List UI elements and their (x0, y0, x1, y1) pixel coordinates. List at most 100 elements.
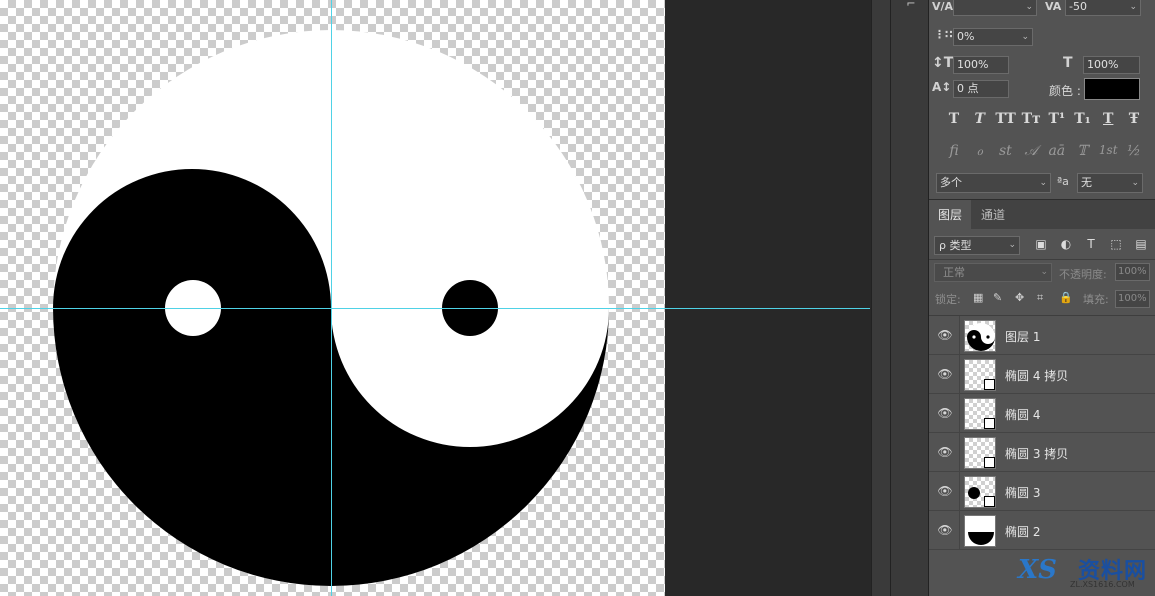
tracking-select[interactable]: -50 ⌄ (1065, 0, 1141, 16)
eye-icon[interactable]: 👁 (937, 406, 953, 420)
baseline-shift-value: 0 点 (957, 82, 979, 95)
shape-layer-icon (984, 496, 995, 507)
lock-all-icon[interactable]: 🔒 (1059, 291, 1073, 304)
type-filter-icon[interactable]: T (1083, 237, 1099, 255)
swash-button[interactable]: 𝒜 (1021, 143, 1041, 163)
chevron-down-icon: ⌄ (1039, 178, 1047, 188)
tsume-select[interactable]: 0% ⌄ (953, 28, 1033, 46)
watermark-url: ZL.XS1616.COM (1070, 580, 1135, 589)
small-caps-button[interactable]: Tт (1021, 111, 1041, 131)
titling-alternates-button[interactable]: 𝕋 (1073, 143, 1093, 163)
underline-button[interactable]: T (1098, 111, 1118, 131)
eye-icon[interactable]: 👁 (937, 367, 953, 381)
language-value: 多个 (940, 176, 962, 189)
opacity-input[interactable]: 100% (1115, 263, 1150, 281)
contextual-alternates-button[interactable]: st (995, 143, 1015, 163)
smart-object-filter-icon[interactable]: ▤ (1133, 237, 1149, 255)
antialias-value: 无 (1081, 176, 1092, 189)
lock-label: 锁定: (935, 293, 961, 306)
vertical-scale-icon: ↕T (932, 55, 954, 71)
all-caps-button[interactable]: TT (995, 111, 1015, 131)
layer-row[interactable]: 👁 椭圆 3 (929, 472, 1155, 511)
eye-icon[interactable]: 👁 (937, 445, 953, 459)
tab-layers[interactable]: 图层 (929, 200, 972, 230)
eye-icon[interactable]: 👁 (937, 523, 953, 537)
layer-name: 椭圆 2 (1005, 525, 1041, 539)
layer-name: 椭圆 3 (1005, 486, 1041, 500)
visibility-cell: 👁 (929, 433, 960, 472)
tracking-icon: VA (1045, 0, 1062, 13)
layer-row[interactable]: 👁 椭圆 2 (929, 511, 1155, 550)
discretionary-ligatures-button[interactable]: ℴ (970, 143, 990, 163)
lock-image-pixels-icon[interactable]: ✎ (993, 291, 1002, 304)
text-color-swatch[interactable] (1084, 78, 1140, 100)
tracking-value: -50 (1069, 0, 1087, 13)
shape-layer-icon (984, 457, 995, 468)
divider (929, 259, 1155, 260)
fractions-button[interactable]: ½ (1124, 143, 1144, 163)
strikethrough-button[interactable]: Ŧ (1124, 111, 1144, 131)
character-panel: V/A ⌄ VA -50 ⌄ ⋮∷ 0% ⌄ ↕T 100% T 100% A↕… (929, 0, 1155, 198)
vertical-scale-value: 100% (957, 58, 989, 71)
watermark-logo-mark: XS (1018, 555, 1057, 585)
shape-layer-icon (984, 418, 995, 429)
chevron-down-icon: ⌄ (1040, 267, 1048, 277)
horizontal-scale-value: 100% (1087, 58, 1119, 71)
blend-mode-value: 正常 (943, 266, 965, 279)
faux-bold-button[interactable]: T (944, 111, 964, 131)
layer-name: 椭圆 4 拷贝 (1005, 369, 1069, 383)
lock-transparent-pixels-icon[interactable]: ▦ (973, 291, 983, 304)
chevron-down-icon: ⌄ (1025, 2, 1033, 12)
layer-filter-value: ρ 类型 (939, 239, 972, 252)
ligatures-button[interactable]: fi (944, 143, 964, 163)
eye-icon[interactable]: 👁 (937, 328, 953, 342)
layer-filter-select[interactable]: ρ 类型 ⌄ (934, 236, 1020, 255)
language-select[interactable]: 多个 ⌄ (936, 173, 1051, 193)
opacity-label: 不透明度: (1059, 268, 1107, 281)
visibility-cell: 👁 (929, 394, 960, 433)
paragraph-icon[interactable]: ⌐ (901, 0, 921, 10)
prevent-autonest-icon[interactable]: ⌗ (1037, 291, 1043, 305)
superscript-button[interactable]: T¹ (1047, 111, 1067, 131)
layer-row[interactable]: 👁 图层 1 (929, 316, 1155, 355)
chevron-down-icon: ⌄ (1008, 240, 1016, 250)
layers-panel: ρ 类型 ⌄ ▣ ◐ T ⬚ ▤ 正常 ⌄ 不透明度: 100% 锁定: ▦ ✎… (929, 229, 1155, 596)
subscript-button[interactable]: T₁ (1073, 111, 1093, 131)
layer-row[interactable]: 👁 椭圆 3 拷贝 (929, 433, 1155, 472)
watermark-logo: XS 资料网 ZL.XS1616.COM (1018, 553, 1153, 593)
stylistic-alternates-button[interactable]: aā (1047, 143, 1067, 163)
vertical-scale-input[interactable]: 100% (953, 56, 1009, 74)
image-filter-icon[interactable]: ▣ (1033, 237, 1049, 255)
layer-name: 椭圆 3 拷贝 (1005, 447, 1069, 461)
yin-yang-thumb (967, 323, 995, 351)
layer-thumbnail (964, 398, 996, 430)
visibility-cell: 👁 (929, 316, 960, 355)
baseline-shift-input[interactable]: 0 点 (953, 80, 1009, 98)
vertical-guide[interactable] (331, 0, 332, 596)
chevron-down-icon: ⌄ (1131, 178, 1139, 188)
faux-style-buttons: T T TT Tт T¹ T₁ T Ŧ (944, 111, 1144, 131)
antialias-select[interactable]: 无 ⌄ (1077, 173, 1143, 193)
layer-filter-icons: ▣ ◐ T ⬚ ▤ (1033, 237, 1149, 255)
visibility-cell: 👁 (929, 511, 960, 550)
layer-name: 椭圆 4 (1005, 408, 1041, 422)
visibility-cell: 👁 (929, 472, 960, 511)
kerning-select[interactable]: ⌄ (953, 0, 1037, 16)
shape-filter-icon[interactable]: ⬚ (1108, 237, 1124, 255)
lock-position-icon[interactable]: ✥ (1015, 291, 1024, 304)
layer-name: 图层 1 (1005, 330, 1041, 344)
horizontal-guide[interactable] (0, 308, 870, 309)
ordinals-button[interactable]: 1st (1098, 143, 1118, 163)
adjustment-filter-icon[interactable]: ◐ (1058, 237, 1074, 255)
fill-input[interactable]: 100% (1115, 290, 1150, 308)
horizontal-scale-input[interactable]: 100% (1083, 56, 1140, 74)
tab-channels[interactable]: 通道 (972, 200, 1014, 230)
tsume-value: 0% (957, 30, 975, 43)
document-canvas[interactable] (0, 0, 665, 596)
blend-mode-select[interactable]: 正常 ⌄ (934, 263, 1052, 282)
faux-italic-button[interactable]: T (970, 111, 990, 131)
layer-row[interactable]: 👁 椭圆 4 拷贝 (929, 355, 1155, 394)
layer-row[interactable]: 👁 椭圆 4 (929, 394, 1155, 433)
eye-icon[interactable]: 👁 (937, 484, 953, 498)
shape-layer-icon (984, 379, 995, 390)
